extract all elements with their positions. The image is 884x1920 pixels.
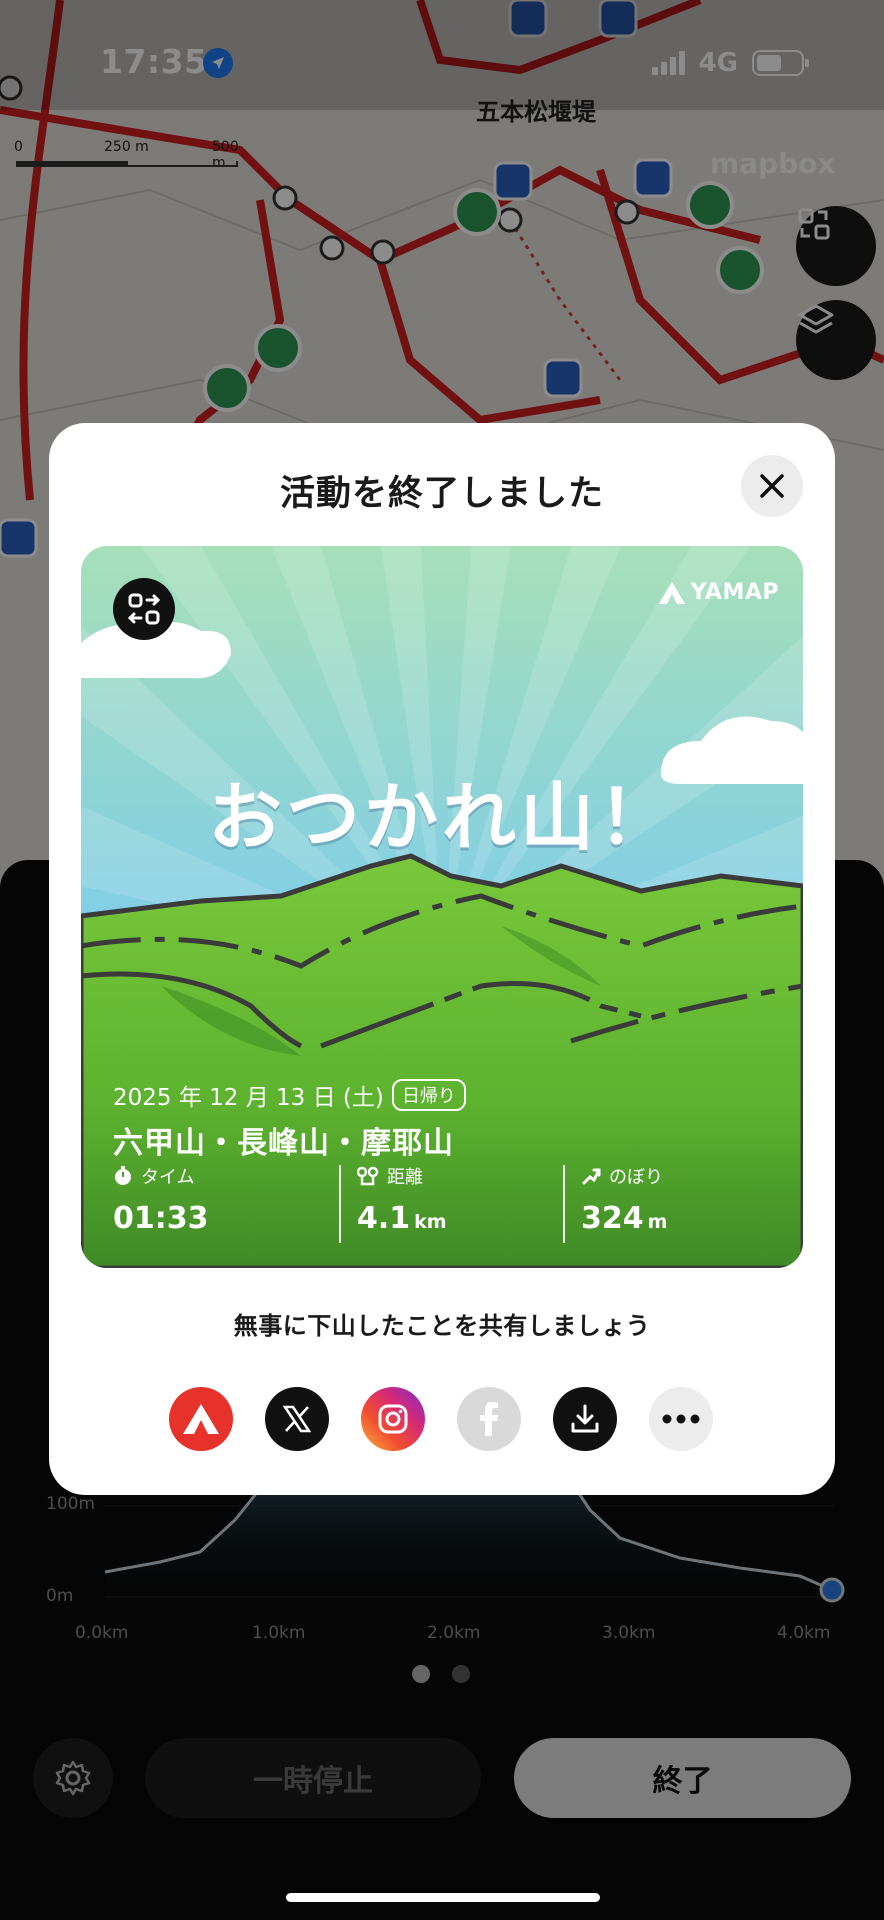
stopwatch-icon (115, 1166, 131, 1185)
download-button[interactable] (553, 1387, 617, 1451)
more-icon (662, 1414, 700, 1424)
instagram-icon (378, 1404, 408, 1434)
mountain-names: 六甲山・長峰山・摩耶山 (113, 1126, 454, 1161)
close-icon (760, 474, 784, 498)
share-buttons (169, 1387, 715, 1451)
trip-type-badge: 日帰り (391, 1079, 466, 1111)
ascent-icon (582, 1168, 601, 1185)
yamap-logo: YAMAP (658, 580, 779, 605)
more-options-button[interactable] (649, 1387, 713, 1451)
share-yamap-button[interactable] (169, 1387, 233, 1451)
mountain-logo-icon (658, 581, 685, 604)
stat-time-value: 01:33 (113, 1201, 209, 1236)
x-icon (282, 1405, 312, 1433)
activity-finished-dialog: 活動を終了しました YAMAP おつかれ山！ 2025 年 12 月 13 日 … (49, 423, 835, 1495)
stat-ascent: のぼり 324 m (581, 1163, 667, 1245)
card-headline: おつかれ山！ (208, 775, 676, 861)
home-indicator[interactable] (286, 1893, 600, 1902)
share-prompt: 無事に下山したことを共有しましょう (233, 1312, 651, 1340)
stat-ascent-unit: m (647, 1211, 668, 1233)
stat-ascent-label: のぼり (609, 1167, 663, 1188)
dialog-title: 活動を終了しました (279, 474, 604, 514)
facebook-icon (480, 1402, 498, 1436)
download-icon (571, 1404, 599, 1433)
stat-divider (563, 1165, 565, 1243)
brand-name: YAMAP (690, 580, 779, 605)
stat-distance-label: 距離 (387, 1167, 423, 1188)
share-facebook-button[interactable] (457, 1387, 521, 1451)
activity-date-row: 2025 年 12 月 13 日 (土) 日帰り (113, 1078, 466, 1112)
swap-icon (127, 593, 161, 625)
stat-distance: 距離 4.1 km (357, 1163, 447, 1245)
summary-card: YAMAP おつかれ山！ 2025 年 12 月 13 日 (土) 日帰り 六甲… (81, 546, 803, 1268)
stat-divider (339, 1165, 341, 1243)
stat-ascent-value: 324 (581, 1201, 644, 1236)
distance-pin-icon (357, 1166, 379, 1186)
share-x-button[interactable] (265, 1387, 329, 1451)
share-instagram-button[interactable] (361, 1387, 425, 1451)
yamap-icon (183, 1404, 219, 1434)
activity-date: 2025 年 12 月 13 日 (土) (113, 1085, 384, 1111)
stat-distance-unit: km (414, 1211, 447, 1233)
stat-distance-value: 4.1 (357, 1201, 411, 1236)
stat-time-label: タイム (141, 1167, 195, 1188)
close-button[interactable] (741, 455, 803, 517)
stat-time: タイム 01:33 (113, 1163, 209, 1245)
switch-card-button[interactable] (113, 578, 175, 640)
